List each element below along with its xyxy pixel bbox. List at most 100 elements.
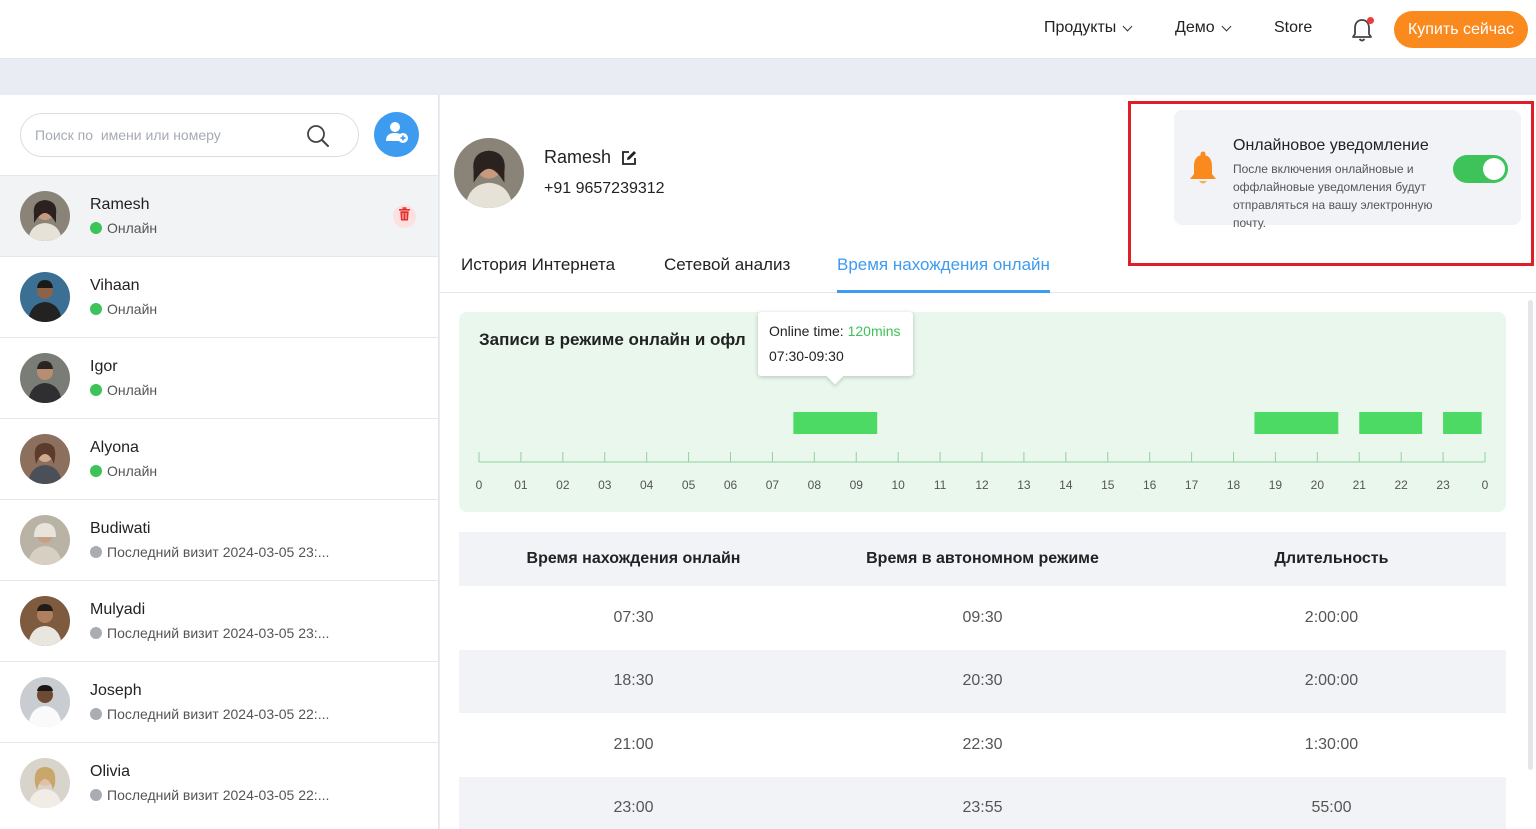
contact-item-alyona[interactable]: Alyona Онлайн <box>0 418 438 499</box>
contact-item-joseph[interactable]: Joseph Последний визит 2024-03-05 22:... <box>0 661 438 742</box>
scrollbar[interactable] <box>1528 300 1533 770</box>
tooltip-label: Online time: <box>769 323 848 339</box>
contact-status-text: Онлайн <box>107 220 158 236</box>
contact-status: Онлайн <box>90 382 157 398</box>
tab-bar: История Интернета Сетевой анализ Время н… <box>440 243 1536 293</box>
online-segment-bar <box>1443 412 1482 434</box>
top-nav: Продукты Демо Store Купить сейчас <box>0 0 1536 59</box>
contact-item-vihaan[interactable]: Vihaan Онлайн <box>0 256 438 337</box>
online-segment-bar <box>793 412 878 434</box>
online-dot <box>90 303 102 315</box>
contact-status: Последний визит 2024-03-05 22:... <box>90 787 329 803</box>
contact-status-text: Последний визит 2024-03-05 22:... <box>107 787 330 803</box>
timeline-tick-label: 14 <box>1059 478 1073 492</box>
contact-item-budiwati[interactable]: Budiwati Последний визит 2024-03-05 23:.… <box>0 499 438 580</box>
timeline-tick-label: 09 <box>850 478 864 492</box>
avatar <box>20 596 70 646</box>
add-user-icon <box>384 119 410 150</box>
timeline-tick-label: 17 <box>1185 478 1199 492</box>
online-segment-bar <box>1359 412 1423 434</box>
avatar <box>20 515 70 565</box>
nav-store[interactable]: Store <box>1274 19 1312 37</box>
timeline-tick-label: 18 <box>1227 478 1241 492</box>
main-panel: Ramesh +91 9657239312 Онлайновое уведомл… <box>440 95 1536 829</box>
nav-demo[interactable]: Демо <box>1175 19 1232 37</box>
contact-item-ramesh[interactable]: Ramesh Онлайн <box>0 175 438 256</box>
contact-list: Ramesh Онлайн Vihaan Онлайн Igor Онлайн <box>0 175 438 823</box>
contact-status: Онлайн <box>90 301 157 317</box>
online-segment-bar <box>1254 412 1339 434</box>
offline-dot <box>90 627 102 639</box>
contact-name: Vihaan <box>90 277 140 294</box>
profile-phone: +91 9657239312 <box>544 180 665 197</box>
contacts-sidebar: Ramesh Онлайн Vihaan Онлайн Igor Онлайн <box>0 95 439 829</box>
timeline-tick-label: 07 <box>766 478 780 492</box>
timeline-tick-label: 05 <box>682 478 696 492</box>
avatar <box>20 272 70 322</box>
contact-status: Онлайн <box>90 463 157 479</box>
contact-name: Ramesh <box>90 196 150 213</box>
search-input[interactable] <box>35 124 305 146</box>
contact-name: Joseph <box>90 682 142 699</box>
table-cell: 22:30 <box>962 735 1003 753</box>
table-cell: 55:00 <box>1311 799 1352 817</box>
search-icon[interactable] <box>306 124 330 148</box>
contact-status-text: Последний визит 2024-03-05 23:... <box>107 625 330 641</box>
table-cell: 23:55 <box>962 799 1003 817</box>
contact-status: Последний визит 2024-03-05 23:... <box>90 544 329 560</box>
tab-internet-history[interactable]: История Интернета <box>461 255 615 293</box>
contact-name: Mulyadi <box>90 601 146 618</box>
nav-products[interactable]: Продукты <box>1044 19 1133 37</box>
table-cell: 18:30 <box>613 672 654 690</box>
contact-status: Последний визит 2024-03-05 23:... <box>90 625 329 641</box>
timeline-tick-label: 04 <box>640 478 654 492</box>
avatar <box>20 353 70 403</box>
column-header: Время в автономном режиме <box>866 550 1099 567</box>
add-user-button[interactable] <box>374 112 419 157</box>
online-dot <box>90 465 102 477</box>
edit-icon[interactable] <box>621 150 637 166</box>
tooltip-online-time: Online time: 120mins <box>769 323 901 339</box>
contact-status-text: Онлайн <box>107 301 158 317</box>
notification-dot <box>1367 17 1374 24</box>
contact-status-text: Последний визит 2024-03-05 22:... <box>107 706 330 722</box>
table-cell: 2:00:00 <box>1304 672 1359 690</box>
notification-bell-icon[interactable] <box>1350 17 1374 43</box>
avatar <box>20 758 70 808</box>
timeline-tick-label: 01 <box>514 478 528 492</box>
chevron-down-icon <box>1122 21 1133 31</box>
contact-status-text: Онлайн <box>107 463 158 479</box>
contact-status: Последний визит 2024-03-05 22:... <box>90 706 329 722</box>
contact-status: Онлайн <box>90 220 157 236</box>
contact-item-igor[interactable]: Igor Онлайн <box>0 337 438 418</box>
contact-item-mulyadi[interactable]: Mulyadi Последний визит 2024-03-05 23:..… <box>0 580 438 661</box>
online-records-chart: Записи в режиме онлайн и офл 0 01 02 03 04 05… <box>459 312 1506 512</box>
timeline-tick-label: 13 <box>1017 478 1031 492</box>
nav-products-label: Продукты <box>1044 19 1117 36</box>
timeline-tick-label: 11 <box>934 478 947 492</box>
profile-avatar <box>454 138 524 208</box>
tooltip-value: 120mins <box>847 323 901 339</box>
table-cell: 23:00 <box>613 799 654 817</box>
avatar <box>20 434 70 484</box>
delete-contact-button[interactable] <box>393 205 416 228</box>
trash-icon <box>398 207 411 226</box>
timeline-tick-label: 23 <box>1436 478 1450 492</box>
table-row: 21:00 22:30 1:30:00 <box>459 713 1506 777</box>
buy-now-button[interactable]: Купить сейчас <box>1394 11 1528 48</box>
contact-status-text: Последний визит 2024-03-05 23:... <box>107 544 330 560</box>
table-row: 07:30 09:30 2:00:00 <box>459 586 1506 650</box>
timeline-tick-label: 10 <box>891 478 905 492</box>
contact-name: Igor <box>90 358 118 375</box>
table-cell: 2:00:00 <box>1304 608 1359 626</box>
contact-item-olivia[interactable]: Olivia Последний визит 2024-03-05 22:... <box>0 742 438 823</box>
timeline-tick-label: 06 <box>724 478 738 492</box>
online-dot <box>90 222 102 234</box>
timeline-tick-label: 03 <box>598 478 612 492</box>
chevron-down-icon <box>1221 21 1232 31</box>
column-header: Длительность <box>1274 550 1389 567</box>
tab-online-time[interactable]: Время нахождения онлайн <box>837 255 1050 293</box>
contact-name: Olivia <box>90 763 131 780</box>
tab-network-analysis[interactable]: Сетевой анализ <box>664 255 790 293</box>
timeline-tick-label: 15 <box>1101 478 1115 492</box>
